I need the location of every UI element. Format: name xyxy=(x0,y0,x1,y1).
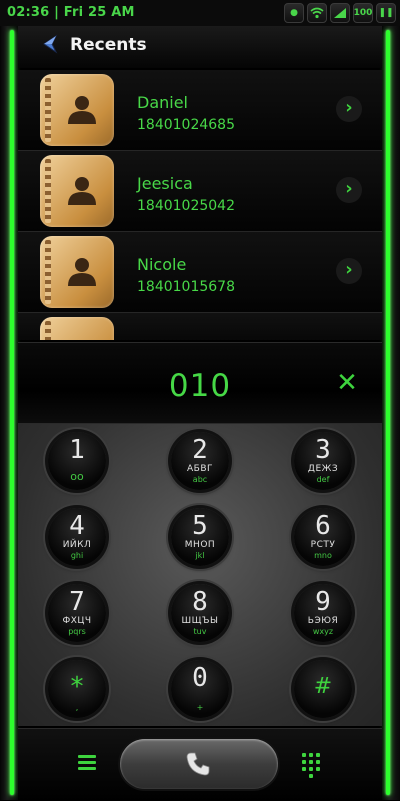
left-rail xyxy=(0,26,18,800)
key-cyrillic: МНОП xyxy=(184,540,216,550)
key-letters: wxyz xyxy=(312,627,334,636)
key-letters: jkl xyxy=(195,551,205,560)
key-letters: pqrs xyxy=(68,627,86,636)
clear-icon[interactable]: ✕ xyxy=(334,370,360,397)
contact-name: Jeesica xyxy=(137,174,193,193)
contact-avatar xyxy=(40,236,114,308)
menu-icon[interactable] xyxy=(78,755,96,771)
recents-list[interactable]: Daniel 18401024685 › Jeesica 18401025042… xyxy=(18,70,382,340)
chevron-right-icon[interactable]: › xyxy=(336,258,362,284)
person-icon xyxy=(68,177,96,205)
key-digit: 0 xyxy=(192,663,208,693)
contact-row-partial[interactable] xyxy=(18,313,382,340)
voicemail-icon: oo xyxy=(70,470,84,483)
key-4[interactable]: 4 ИЙКЛ ghi xyxy=(48,508,106,566)
key-digit: 7 xyxy=(69,587,85,617)
key-digit: 2 xyxy=(192,435,208,465)
wifi-icon xyxy=(307,3,327,23)
key-digit: 8 xyxy=(192,587,208,617)
contact-name: Nicole xyxy=(137,255,187,274)
status-time: 02:36 | Fri 25 AM xyxy=(7,5,135,20)
key-cyrillic: ИЙКЛ xyxy=(62,540,92,550)
contact-avatar xyxy=(40,155,114,227)
contact-number: 18401024685 xyxy=(137,117,235,133)
person-icon xyxy=(68,258,96,286)
key-letters: mno xyxy=(314,551,332,560)
dial-display: 010 ✕ xyxy=(18,342,382,424)
person-icon xyxy=(68,96,96,124)
battery-level: 100 xyxy=(353,3,373,23)
key-letters: , xyxy=(75,703,79,712)
contact-avatar xyxy=(40,74,114,146)
contact-row-nicole[interactable]: Nicole 18401015678 › xyxy=(18,232,382,313)
keypad: 1 oo 2 АБВГ abc 3 ДЕЖЗ def 4 ИЙКЛ ghi 5 … xyxy=(18,424,382,726)
key-7[interactable]: 7 ФХЦЧ pqrs xyxy=(48,584,106,642)
key-digit: 6 xyxy=(315,511,331,541)
contact-number: 18401015678 xyxy=(137,279,235,295)
key-letters: ghi xyxy=(70,551,84,560)
camera-status-icon: ● xyxy=(284,3,304,23)
key-cyrillic: ЬЭЮЯ xyxy=(307,616,339,626)
key-2[interactable]: 2 АБВГ abc xyxy=(171,432,229,490)
key-5[interactable]: 5 МНОП jkl xyxy=(171,508,229,566)
contact-number: 18401025042 xyxy=(137,198,235,214)
key-1[interactable]: 1 oo xyxy=(48,432,106,490)
left-neon-strip xyxy=(10,30,14,795)
contact-avatar xyxy=(40,317,114,340)
key-cyrillic: ФХЦЧ xyxy=(62,616,92,626)
contact-name: Daniel xyxy=(137,93,188,112)
key-letters: tuv xyxy=(193,627,207,636)
header: Recents xyxy=(18,26,382,68)
key-0[interactable]: 0 + xyxy=(171,660,229,718)
pause-icon: ❚❚ xyxy=(376,3,396,23)
contact-row-daniel[interactable]: Daniel 18401024685 › xyxy=(18,70,382,151)
key-8[interactable]: 8 ШЩЪЫ tuv xyxy=(171,584,229,642)
key-6[interactable]: 6 РСТУ mno xyxy=(294,508,352,566)
key-9[interactable]: 9 ЬЭЮЯ wxyz xyxy=(294,584,352,642)
key-cyrillic: АБВГ xyxy=(187,464,213,474)
right-rail xyxy=(382,26,400,800)
key-star[interactable]: * , xyxy=(48,660,106,718)
dialed-number: 010 xyxy=(168,368,232,404)
chevron-right-icon[interactable]: › xyxy=(336,177,362,203)
key-digit: 3 xyxy=(315,435,331,465)
key-digit: 1 xyxy=(69,435,85,465)
key-3[interactable]: 3 ДЕЖЗ def xyxy=(294,432,352,490)
key-cyrillic: ШЩЪЫ xyxy=(181,616,219,626)
dialpad-icon[interactable] xyxy=(302,753,320,778)
right-neon-strip xyxy=(386,30,390,795)
key-letters: abc xyxy=(192,475,208,484)
call-button[interactable] xyxy=(120,739,278,789)
key-letters: + xyxy=(196,703,204,712)
key-digit: 9 xyxy=(315,587,331,617)
star-icon: * xyxy=(70,672,84,702)
back-arrow-icon[interactable] xyxy=(40,34,60,54)
contact-row-jeesica[interactable]: Jeesica 18401025042 › xyxy=(18,151,382,232)
phone-icon xyxy=(186,752,210,776)
bottom-bar xyxy=(18,728,382,801)
signal-icon xyxy=(330,3,350,23)
hash-icon: # xyxy=(313,674,333,699)
page-title: Recents xyxy=(70,35,147,55)
key-cyrillic: РСТУ xyxy=(310,540,336,550)
status-bar: 02:36 | Fri 25 AM ● 100 ❚❚ xyxy=(0,0,400,27)
key-digit: 4 xyxy=(69,511,85,541)
key-cyrillic: ДЕЖЗ xyxy=(307,464,339,474)
key-letters: def xyxy=(316,475,330,484)
key-hash[interactable]: # xyxy=(294,660,352,718)
chevron-right-icon[interactable]: › xyxy=(336,96,362,122)
key-digit: 5 xyxy=(192,511,208,541)
